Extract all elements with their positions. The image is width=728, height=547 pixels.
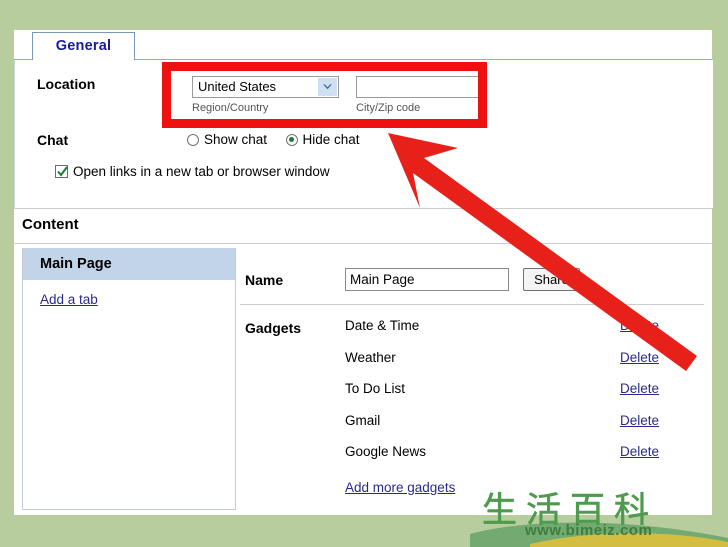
page-name-input[interactable] <box>345 268 509 291</box>
gadget-name: Google News <box>345 444 427 459</box>
gadget-row: Weather Delete <box>345 350 704 382</box>
gadget-delete-link[interactable]: Delete <box>620 444 659 459</box>
tab-detail-panel: Name Share Gadgets Date & Time Delete We… <box>240 248 704 510</box>
chevron-down-icon[interactable] <box>318 78 337 96</box>
name-row-divider <box>240 304 704 305</box>
watermark-url-text: www.bimeiz.com <box>525 522 653 539</box>
gadget-name: To Do List <box>345 381 406 396</box>
tab-general[interactable]: General <box>32 32 135 60</box>
tabs-sidebar: Main Page Add a tab <box>22 248 236 510</box>
radio-icon-unchecked <box>187 133 199 146</box>
radio-show-chat[interactable]: Show chat <box>187 132 267 147</box>
name-row: Name Share <box>240 268 704 300</box>
open-links-row[interactable]: Open links in a new tab or browser windo… <box>55 164 330 179</box>
gadgets-label: Gadgets <box>245 320 302 336</box>
gadgets-list: Date & Time Delete Weather Delete To Do … <box>345 318 704 476</box>
gadget-delete-link[interactable]: Delete <box>620 318 659 333</box>
gadget-row: Gmail Delete <box>345 413 704 445</box>
content-area: Main Page Add a tab Name Share Gadgets D… <box>22 248 704 510</box>
location-label: Location <box>37 76 96 92</box>
tab-strip: General <box>14 30 712 61</box>
checkbox-checked-icon[interactable] <box>55 165 68 178</box>
chat-radio-group: Show chat Hide chat <box>187 132 374 151</box>
content-top-divider <box>14 208 712 209</box>
country-select[interactable]: United States <box>192 76 339 98</box>
gadget-delete-link[interactable]: Delete <box>620 413 659 428</box>
name-label: Name <box>245 272 284 288</box>
add-more-gadgets-link[interactable]: Add more gadgets <box>345 480 455 495</box>
gadget-delete-link[interactable]: Delete <box>620 381 659 396</box>
country-select-value: United States <box>198 79 277 94</box>
gadget-row: Date & Time Delete <box>345 318 704 350</box>
radio-hide-chat[interactable]: Hide chat <box>285 132 360 147</box>
content-bottom-divider <box>14 243 712 244</box>
radio-hide-chat-label: Hide chat <box>302 132 360 147</box>
general-settings-body: Location United States Region/Country Ci… <box>14 60 713 208</box>
chat-label: Chat <box>37 132 69 148</box>
radio-show-chat-label: Show chat <box>204 132 268 147</box>
city-zip-caption: City/Zip code <box>356 102 421 114</box>
sidebar-item-main-page[interactable]: Main Page <box>23 248 235 280</box>
gadget-row: Google News Delete <box>345 444 704 476</box>
gadget-delete-link[interactable]: Delete <box>620 350 659 365</box>
share-button[interactable]: Share <box>523 268 580 291</box>
region-country-caption: Region/Country <box>192 102 269 114</box>
open-links-label: Open links in a new tab or browser windo… <box>73 164 330 179</box>
zip-code-input[interactable] <box>356 76 486 98</box>
gadget-row: To Do List Delete <box>345 381 704 413</box>
radio-icon-checked <box>285 133 298 146</box>
gadget-name: Date & Time <box>345 318 420 333</box>
content-heading: Content <box>22 216 79 233</box>
gadget-name: Weather <box>345 349 396 365</box>
add-a-tab-link[interactable]: Add a tab <box>40 292 98 307</box>
gadget-name: Gmail <box>345 412 381 428</box>
